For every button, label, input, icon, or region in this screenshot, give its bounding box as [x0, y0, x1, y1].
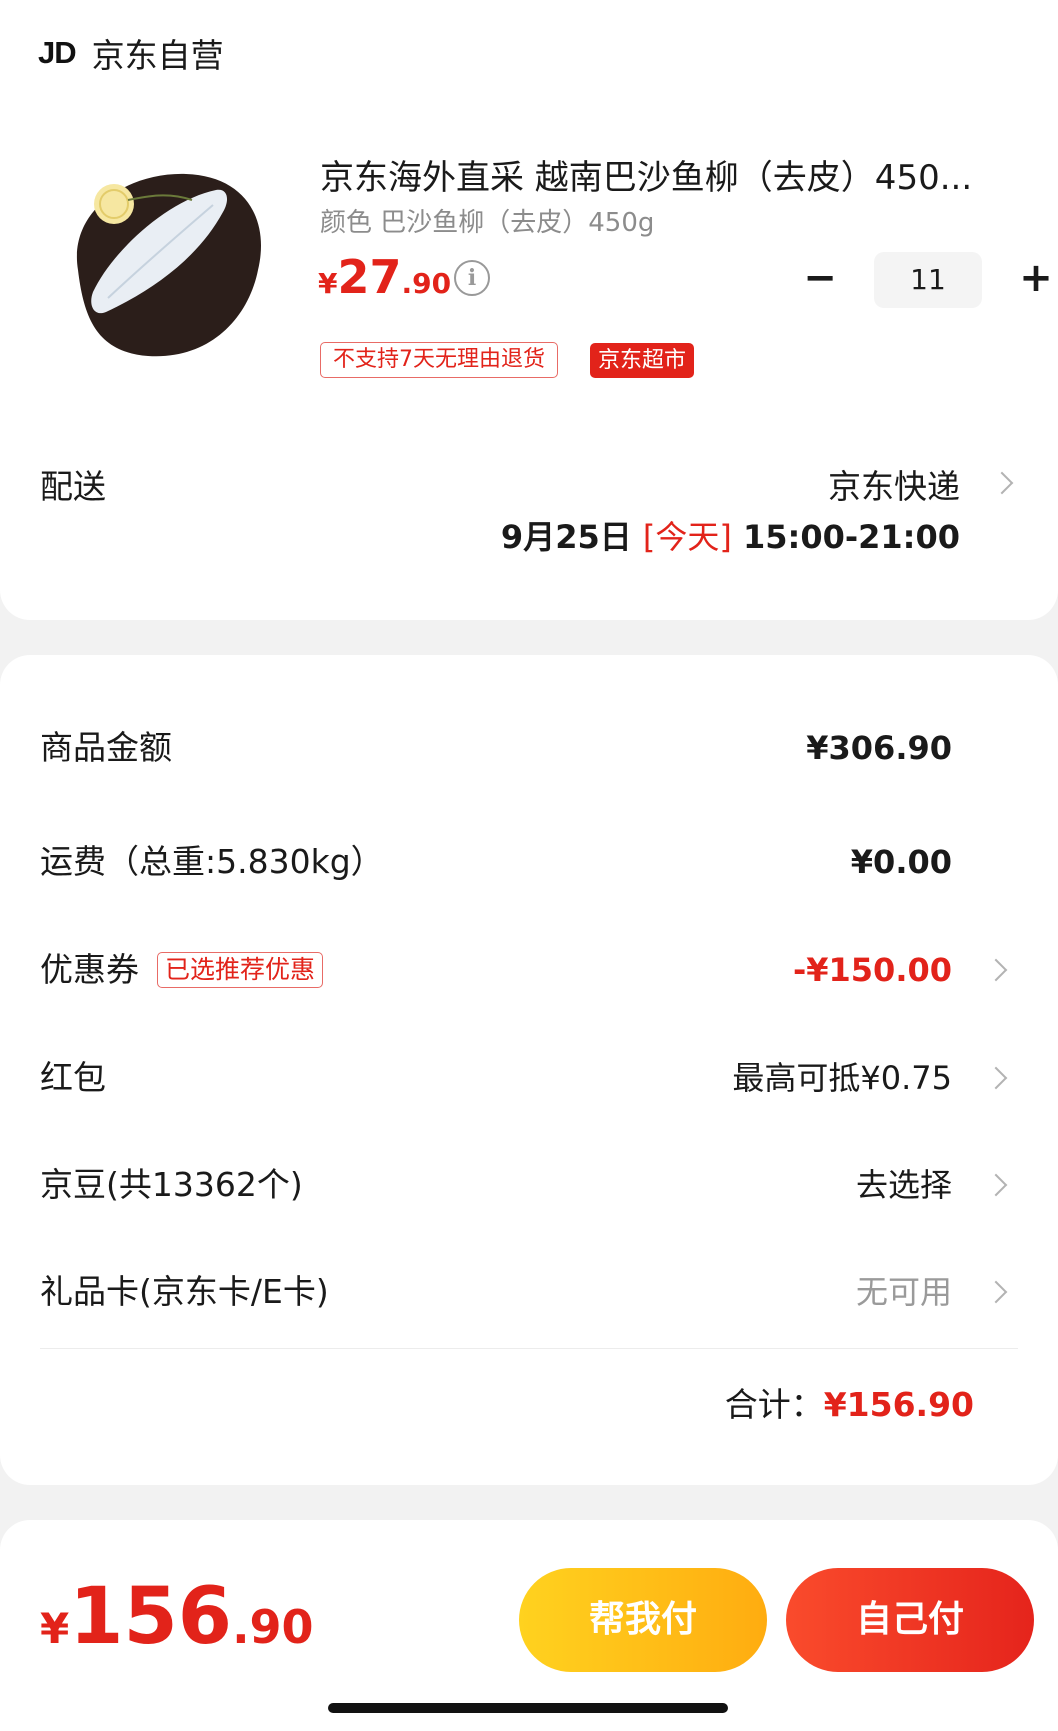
delivery-window: 15:00-21:00: [743, 518, 960, 556]
quantity-stepper: − 11 +: [800, 252, 1056, 308]
jingdou-label: 京豆(共13362个): [40, 1165, 303, 1204]
coupon-value: -¥150.00: [792, 951, 952, 989]
redpacket-chevron-icon[interactable]: [984, 1066, 1008, 1090]
redpacket-row[interactable]: 红包 最高可抵¥0.75: [40, 1048, 1018, 1108]
coupon-chevron-icon[interactable]: [984, 958, 1008, 982]
supermarket-badge: 京东超市: [590, 343, 695, 378]
freight-row: 运费（总重:5.830kg） ¥0.00: [40, 832, 1018, 892]
product-price: ¥ 27 .90: [318, 250, 451, 304]
price-decimal: .90: [401, 267, 452, 300]
return-policy-tag: 不支持7天无理由退货: [320, 342, 558, 378]
delivery-date: 9月25日: [500, 518, 632, 556]
giftcard-label: 礼品卡(京东卡/E卡): [40, 1272, 329, 1311]
redpacket-value: 最高可抵¥0.75: [732, 1059, 952, 1097]
freight-value: ¥0.00: [850, 843, 952, 881]
product-image[interactable]: [58, 160, 274, 376]
product-spec: 颜色 巴沙鱼柳（去皮）450g: [320, 208, 655, 238]
giftcard-value: 无可用: [855, 1273, 952, 1311]
delivery-today: [今天]: [642, 518, 732, 556]
help-me-pay-button[interactable]: 帮我付: [519, 1568, 767, 1672]
store-header[interactable]: JD 京东自营: [38, 28, 224, 78]
giftcard-chevron-icon[interactable]: [984, 1280, 1008, 1304]
price-currency: ¥: [318, 267, 338, 300]
summary-divider: [40, 1348, 1018, 1349]
price-integer: 27: [337, 250, 402, 304]
shipping-method[interactable]: 京东快递: [828, 460, 960, 508]
freight-label: 运费（总重:5.830kg）: [40, 842, 384, 881]
coupon-label: 优惠券: [40, 950, 139, 989]
quantity-input[interactable]: 11: [874, 252, 982, 308]
coupon-label-group: 优惠券 已选推荐优惠: [40, 940, 324, 1000]
giftcard-row[interactable]: 礼品卡(京东卡/E卡) 无可用: [40, 1262, 1018, 1322]
pay-myself-button[interactable]: 自己付: [786, 1568, 1034, 1672]
total-value: ¥156.90: [823, 1385, 974, 1424]
jingdou-chevron-icon[interactable]: [984, 1173, 1008, 1197]
checkout-amount-decimal: .90: [232, 1600, 314, 1654]
checkout-amount: ¥ 156 .90: [40, 1572, 314, 1662]
shipping-label: 配送: [40, 467, 106, 506]
goods-amount-label: 商品金额: [40, 728, 172, 767]
coupon-tag: 已选推荐优惠: [157, 952, 324, 988]
checkout-currency: ¥: [40, 1604, 70, 1653]
jingdou-row[interactable]: 京豆(共13362个) 去选择: [40, 1155, 1018, 1215]
checkout-amount-integer: 156: [69, 1572, 233, 1662]
jd-logo-icon: JD: [38, 35, 77, 70]
product-title[interactable]: 京东海外直采 越南巴沙鱼柳（去皮）450...: [320, 150, 1000, 199]
price-info-icon[interactable]: i: [454, 260, 490, 296]
coupon-row[interactable]: 优惠券 已选推荐优惠 -¥150.00: [40, 940, 1018, 1000]
home-indicator[interactable]: [328, 1703, 728, 1713]
jingdou-value: 去选择: [855, 1166, 952, 1204]
redpacket-label: 红包: [40, 1058, 106, 1097]
delivery-time[interactable]: 9月25日 [今天] 15:00-21:00: [501, 512, 960, 558]
store-name: 京东自营: [91, 36, 224, 75]
increase-button[interactable]: +: [1016, 258, 1056, 300]
decrease-button[interactable]: −: [800, 258, 840, 300]
goods-amount-row: 商品金额 ¥306.90: [40, 718, 1018, 778]
goods-amount-value: ¥306.90: [806, 729, 952, 767]
total-label: 合计：: [724, 1385, 824, 1424]
total-row: 合计：¥156.90: [725, 1378, 974, 1426]
